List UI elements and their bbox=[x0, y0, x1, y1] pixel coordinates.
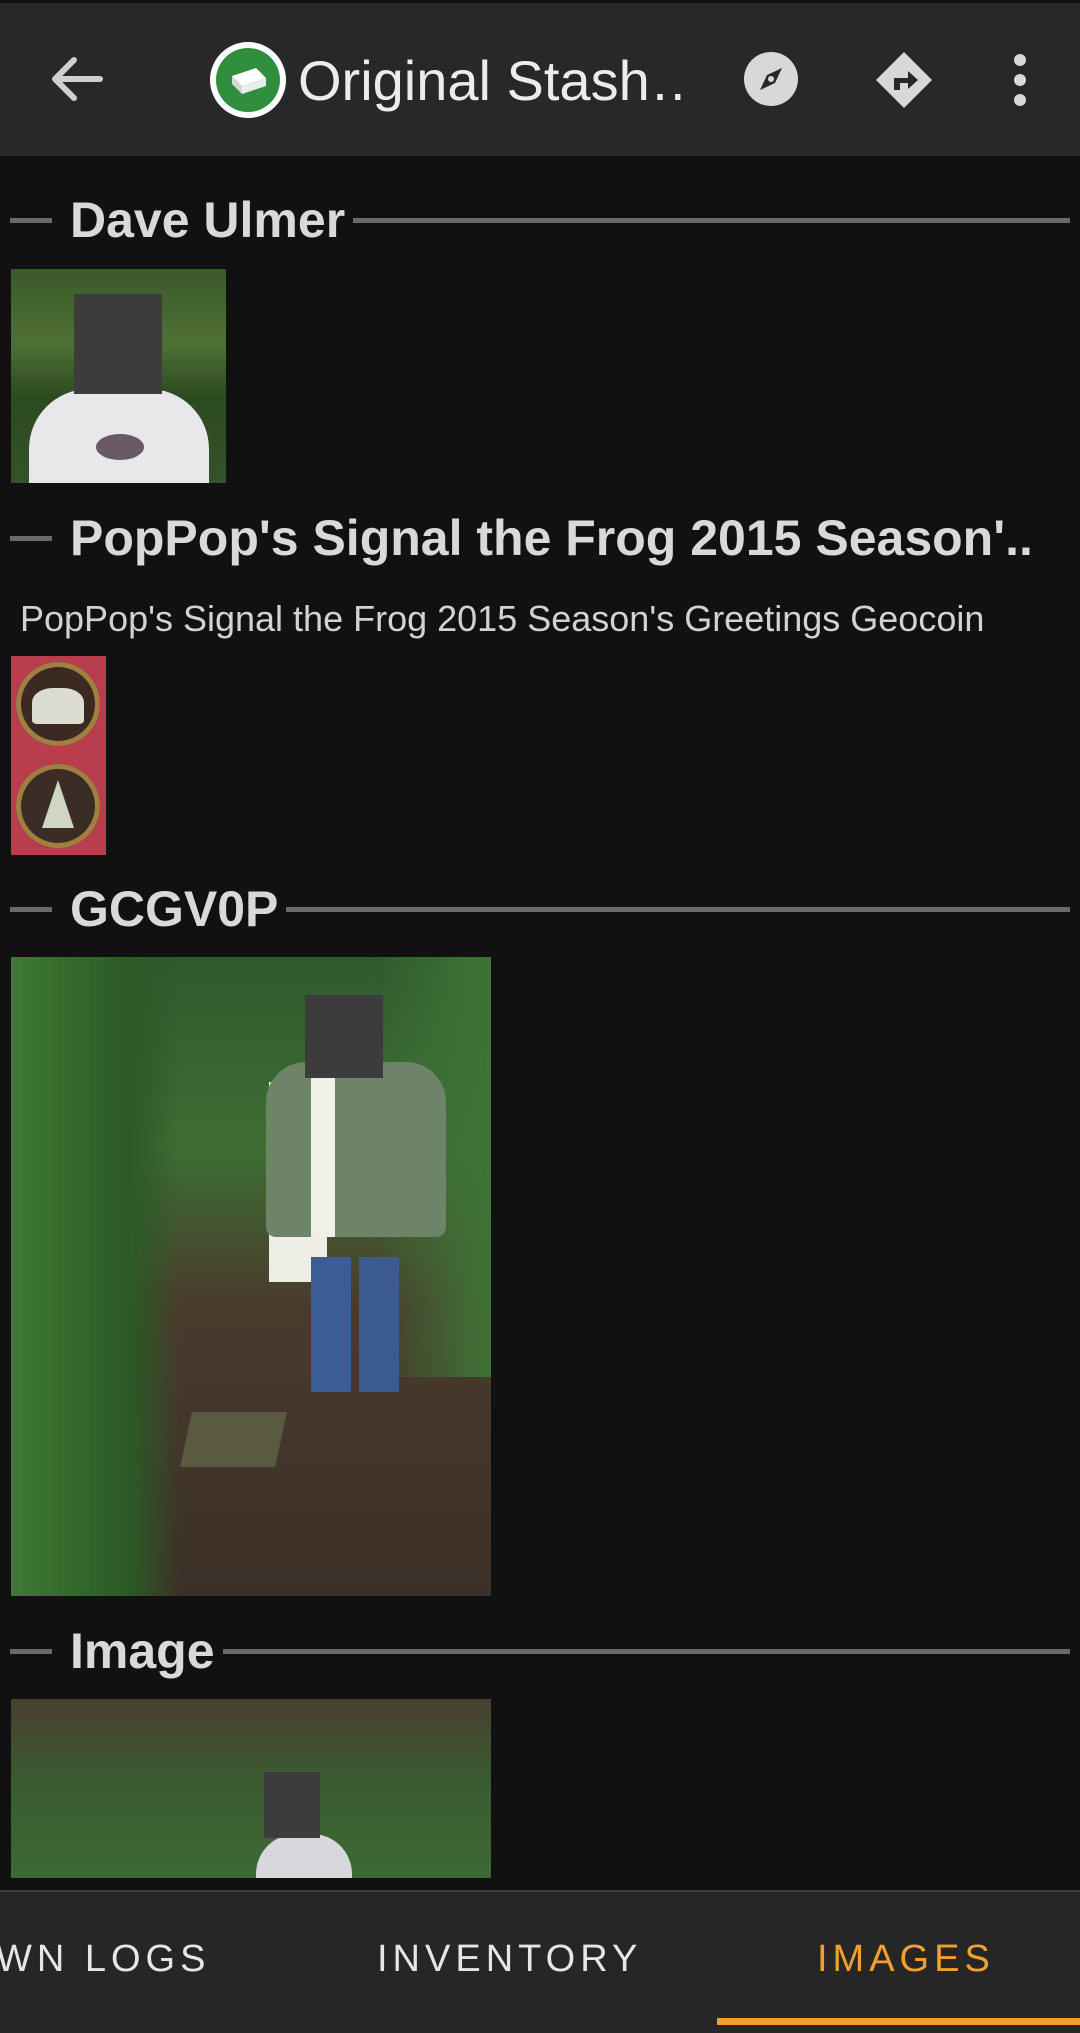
profile-photo[interactable] bbox=[11, 269, 226, 483]
section-title: PopPop's Signal the Frog 2015 Season'.. bbox=[70, 510, 1033, 566]
geocoin-photo[interactable] bbox=[11, 656, 106, 855]
header-lead-line bbox=[10, 1648, 52, 1654]
navigate-icon bbox=[876, 52, 932, 108]
tab-inventory[interactable]: INVENTORY bbox=[377, 1938, 642, 1981]
compass-button[interactable] bbox=[740, 48, 802, 110]
header-lead-line bbox=[10, 906, 52, 912]
section-header-dave-ulmer: Dave Ulmer bbox=[10, 187, 1070, 253]
more-vert-icon bbox=[1014, 54, 1026, 106]
redacted-face bbox=[305, 995, 383, 1078]
header-lead-line bbox=[10, 535, 52, 541]
section-title: Dave Ulmer bbox=[70, 192, 346, 248]
coin-front bbox=[16, 662, 100, 746]
section-header-gcgv0p: GCGV0P bbox=[10, 876, 1070, 942]
jacket bbox=[266, 1062, 446, 1237]
fern-left bbox=[11, 957, 181, 1596]
header-rule bbox=[353, 217, 1070, 223]
compass-icon bbox=[744, 52, 798, 106]
shirt-front bbox=[311, 1067, 335, 1237]
status-edge bbox=[0, 0, 1080, 3]
tab-images[interactable]: IMAGES bbox=[817, 1938, 995, 1981]
jeans-right bbox=[359, 1257, 399, 1392]
tab-bar-divider bbox=[0, 1890, 1080, 1892]
navigate-button[interactable] bbox=[872, 48, 936, 112]
tab-bar: WN LOGS INVENTORY IMAGES bbox=[0, 1890, 1080, 2033]
section-title: GCGV0P bbox=[70, 881, 279, 937]
images-list[interactable]: Dave Ulmer PopPop's Signal the Frog 2015… bbox=[0, 156, 1080, 1890]
cache-photo-person[interactable] bbox=[11, 957, 491, 1596]
cache-photo-second[interactable] bbox=[11, 1699, 491, 1878]
shirt-print bbox=[96, 434, 144, 460]
back-arrow-icon bbox=[52, 57, 103, 101]
more-options-button[interactable] bbox=[1000, 50, 1040, 110]
back-button[interactable] bbox=[40, 46, 112, 112]
header-rule bbox=[286, 906, 1070, 912]
image-description: PopPop's Signal the Frog 2015 Season's G… bbox=[20, 598, 985, 639]
section-title: Image bbox=[70, 1623, 215, 1679]
section-header-image: Image bbox=[10, 1618, 1070, 1684]
coin-back bbox=[16, 764, 100, 848]
shirt-shape bbox=[256, 1834, 352, 1878]
active-tab-indicator bbox=[717, 2018, 1080, 2025]
header-lead-line bbox=[10, 217, 52, 223]
redacted-face bbox=[74, 294, 162, 394]
redacted-face bbox=[264, 1772, 320, 1838]
jeans-left bbox=[311, 1257, 351, 1392]
header-rule bbox=[222, 1648, 1070, 1654]
app-bar: Original Stash… bbox=[0, 0, 1080, 156]
page-title: Original Stash… bbox=[298, 49, 688, 112]
section-header-geocoin: PopPop's Signal the Frog 2015 Season'.. bbox=[10, 505, 1070, 571]
cache-type-icon bbox=[210, 42, 286, 118]
tab-own-logs[interactable]: WN LOGS bbox=[0, 1938, 210, 1981]
ammo-can bbox=[180, 1412, 287, 1467]
